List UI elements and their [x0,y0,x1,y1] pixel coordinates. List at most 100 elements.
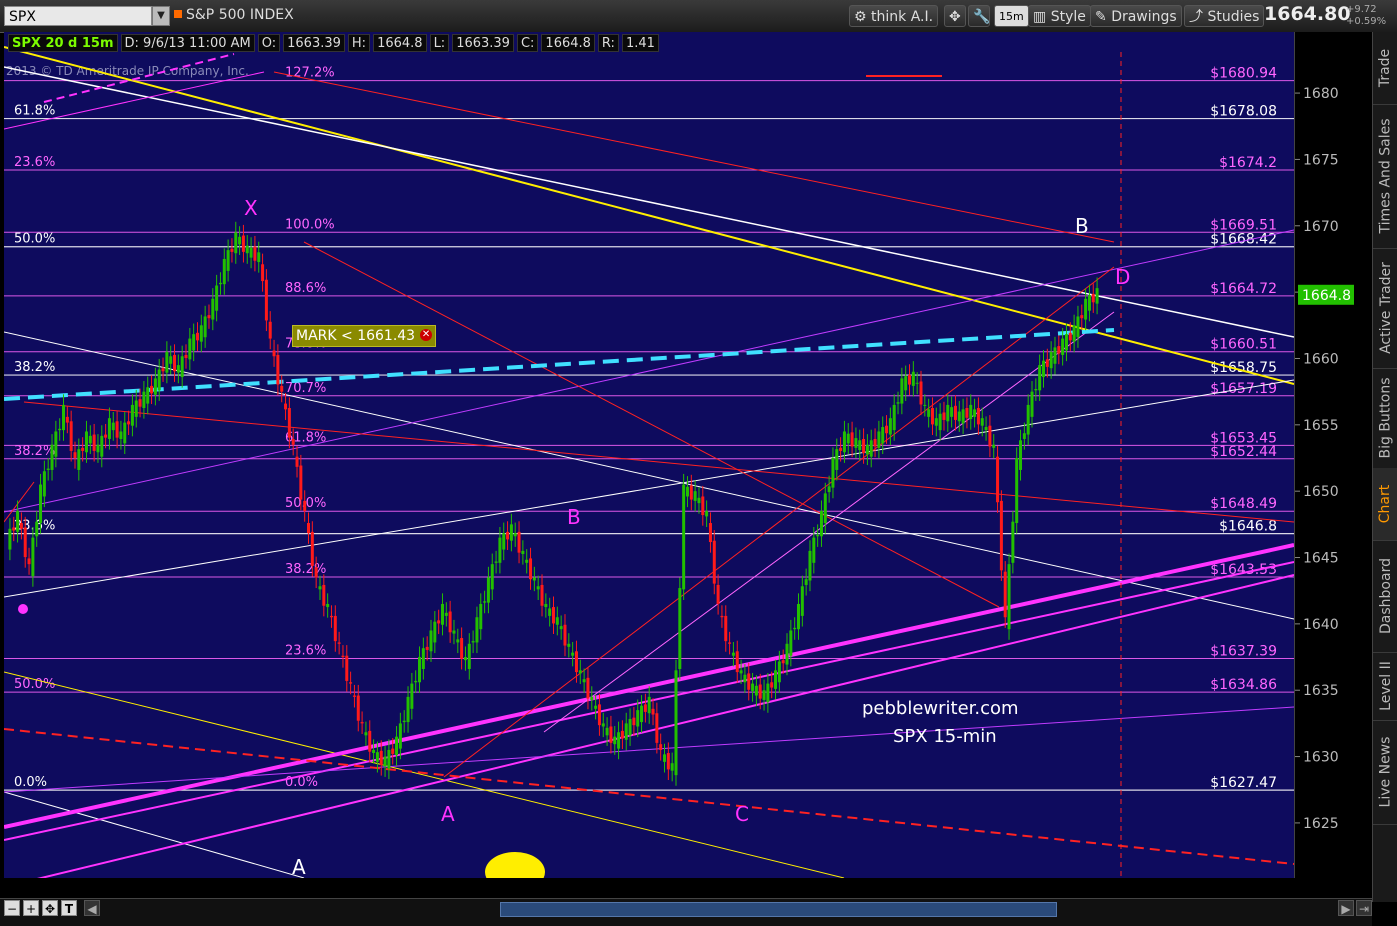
price-level-label: $1658.75 [1210,360,1277,376]
candle-body [1011,521,1015,563]
candle-body [234,232,238,254]
candle-body [854,438,858,448]
candle-body [483,601,487,603]
zoom-out-icon[interactable]: − [4,900,20,916]
symbol-input[interactable]: SPX [4,6,152,26]
candle-body [448,611,452,633]
candle-body [84,431,88,453]
tab-level-ii[interactable]: Level II [1373,652,1397,721]
candle-body [134,400,138,417]
candle-body [272,350,276,357]
chart-area[interactable]: 2013 © TD Ameritrade IP Company, Inc. $16… [3,32,1295,896]
scroll-end-icon[interactable]: ⇥ [1356,900,1372,916]
tab-live-news-label: Live News [1377,736,1394,808]
candle-body [980,418,984,426]
candle-body [35,521,39,537]
candle-body [494,561,498,563]
candle-body [548,608,552,616]
candle-body [176,365,180,373]
candle-body [597,704,601,726]
tab-live-news[interactable]: Live News [1373,720,1397,825]
price-level-label: $1652.44 [1210,444,1277,460]
candle-body [973,409,977,417]
candle-body [16,511,20,532]
price-level-label: $1660.51 [1210,337,1277,353]
candle-body [605,727,609,736]
candle-body [1007,564,1011,630]
symbol-dropdown-button[interactable]: ▼ [152,6,170,26]
high-label: H: [347,34,371,52]
studies-button[interactable]: ⤴ Studies [1184,5,1265,27]
tab-trade[interactable]: Trade [1373,32,1397,105]
candle-body [567,643,571,647]
candle-body [207,315,211,319]
candle-body [965,408,969,418]
candle-body [835,449,839,470]
candle-body [509,524,513,541]
price-alert-mark[interactable]: MARK < 1661.43 ✕ [292,325,437,347]
candle-body [287,408,291,438]
scroll-right-icon[interactable]: ▶ [1338,900,1354,916]
candle-body [804,579,808,585]
crosshair-icon[interactable]: ✥ [944,5,966,27]
tab-chart[interactable]: Chart [1373,468,1397,541]
candle-body [226,250,230,271]
candle-body [421,648,425,669]
candle-body [280,385,284,392]
text-tool-icon[interactable]: T [61,900,77,916]
interval-button[interactable]: 15m [994,5,1029,27]
zoom-in-icon[interactable]: + [23,900,39,916]
candle-body [655,713,659,743]
candle-body [762,690,766,700]
candle-body [785,643,789,665]
candle-body [850,432,854,447]
wrench-icon[interactable]: 🔧 [968,5,990,27]
style-label: Style [1050,9,1086,25]
candle-body [379,750,383,765]
candle-body [360,722,364,724]
think-ai-label: think A.I. [871,9,934,25]
tab-big-buttons[interactable]: Big Buttons [1373,368,1397,469]
price-chart[interactable]: 2013 © TD Ameritrade IP Company, Inc. $16… [3,32,1295,896]
candle-body [697,497,701,504]
candle-body [249,247,253,258]
candle-body [203,316,207,338]
candle-body [127,421,131,425]
candle-body [215,285,219,311]
tab-times-and-sales[interactable]: Times And Sales [1373,104,1397,249]
pan-icon[interactable]: ✥ [42,900,58,916]
tab-active-trader[interactable]: Active Trader [1373,248,1397,369]
candle-body [173,354,177,372]
trend-line [23,401,1295,523]
scroll-left-icon[interactable]: ◀ [84,900,100,916]
drawings-button[interactable]: ✎ Drawings [1090,5,1182,27]
candle-body [81,447,85,451]
candle-body [1019,440,1023,470]
candle-body [594,705,598,709]
candle-body [1072,325,1076,342]
wave-label: D [1115,265,1130,289]
y-axis-label: 1660 [1303,351,1339,367]
time-scrollbar[interactable] [500,902,1057,917]
copyright-text: 2013 © TD Ameritrade IP Company, Inc. [6,64,249,78]
candle-body [199,325,203,342]
candle-body [452,630,456,634]
style-button[interactable]: ▥ Style [1028,5,1091,27]
candle-body [640,705,644,723]
candle-body [953,405,957,420]
candle-body [299,465,303,500]
candle-body [444,612,448,616]
close-icon[interactable]: ✕ [420,329,433,341]
price-axis[interactable]: 1625163016351640164516501655166016651670… [1294,32,1380,878]
y-axis-label: 1650 [1303,484,1339,500]
wave-label: B [1075,214,1089,238]
candle-body [58,428,62,431]
tab-dashboard[interactable]: Dashboard [1373,540,1397,653]
candle-body [536,586,540,590]
candle-body [544,603,548,608]
think-ai-button[interactable]: ⚙ think A.I. [849,5,939,27]
candle-body [130,404,134,426]
candle-body [425,646,429,650]
candle-body [291,438,295,445]
candle-body [777,661,781,683]
